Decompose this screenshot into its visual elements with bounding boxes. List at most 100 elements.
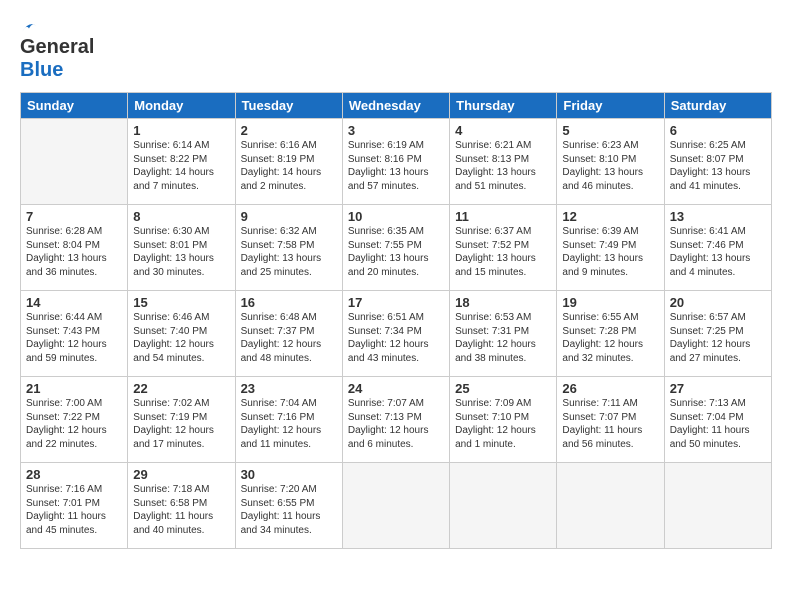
day-detail: Sunrise: 7:02 AM Sunset: 7:19 PM Dayligh… — [133, 397, 229, 451]
weekday-header-thursday: Thursday — [450, 93, 557, 119]
logo-text-general: General — [20, 36, 94, 59]
day-detail: Sunrise: 7:16 AM Sunset: 7:01 PM Dayligh… — [26, 483, 122, 537]
day-number: 21 — [26, 381, 122, 396]
calendar-cell: 7Sunrise: 6:28 AM Sunset: 8:04 PM Daylig… — [21, 205, 128, 291]
day-number: 19 — [562, 295, 658, 310]
day-detail: Sunrise: 6:53 AM Sunset: 7:31 PM Dayligh… — [455, 311, 551, 365]
calendar-cell: 5Sunrise: 6:23 AM Sunset: 8:10 PM Daylig… — [557, 119, 664, 205]
day-number: 10 — [348, 209, 444, 224]
weekday-header-saturday: Saturday — [664, 93, 771, 119]
calendar-cell: 28Sunrise: 7:16 AM Sunset: 7:01 PM Dayli… — [21, 463, 128, 549]
calendar-cell: 9Sunrise: 6:32 AM Sunset: 7:58 PM Daylig… — [235, 205, 342, 291]
day-number: 13 — [670, 209, 766, 224]
calendar-cell — [342, 463, 449, 549]
day-number: 17 — [348, 295, 444, 310]
day-detail: Sunrise: 6:32 AM Sunset: 7:58 PM Dayligh… — [241, 225, 337, 279]
calendar-cell: 12Sunrise: 6:39 AM Sunset: 7:49 PM Dayli… — [557, 205, 664, 291]
day-detail: Sunrise: 6:51 AM Sunset: 7:34 PM Dayligh… — [348, 311, 444, 365]
calendar-cell: 29Sunrise: 7:18 AM Sunset: 6:58 PM Dayli… — [128, 463, 235, 549]
logo: General Blue — [20, 18, 94, 82]
day-number: 22 — [133, 381, 229, 396]
weekday-header-friday: Friday — [557, 93, 664, 119]
day-number: 23 — [241, 381, 337, 396]
day-detail: Sunrise: 6:30 AM Sunset: 8:01 PM Dayligh… — [133, 225, 229, 279]
day-detail: Sunrise: 6:21 AM Sunset: 8:13 PM Dayligh… — [455, 139, 551, 193]
day-number: 11 — [455, 209, 551, 224]
day-detail: Sunrise: 7:09 AM Sunset: 7:10 PM Dayligh… — [455, 397, 551, 451]
calendar-cell: 2Sunrise: 6:16 AM Sunset: 8:19 PM Daylig… — [235, 119, 342, 205]
day-number: 12 — [562, 209, 658, 224]
day-detail: Sunrise: 6:39 AM Sunset: 7:49 PM Dayligh… — [562, 225, 658, 279]
calendar-cell: 14Sunrise: 6:44 AM Sunset: 7:43 PM Dayli… — [21, 291, 128, 377]
calendar-cell: 15Sunrise: 6:46 AM Sunset: 7:40 PM Dayli… — [128, 291, 235, 377]
calendar-cell: 25Sunrise: 7:09 AM Sunset: 7:10 PM Dayli… — [450, 377, 557, 463]
day-number: 28 — [26, 467, 122, 482]
day-detail: Sunrise: 6:48 AM Sunset: 7:37 PM Dayligh… — [241, 311, 337, 365]
calendar-cell: 11Sunrise: 6:37 AM Sunset: 7:52 PM Dayli… — [450, 205, 557, 291]
day-detail: Sunrise: 7:07 AM Sunset: 7:13 PM Dayligh… — [348, 397, 444, 451]
day-detail: Sunrise: 6:57 AM Sunset: 7:25 PM Dayligh… — [670, 311, 766, 365]
day-number: 16 — [241, 295, 337, 310]
calendar-cell: 18Sunrise: 6:53 AM Sunset: 7:31 PM Dayli… — [450, 291, 557, 377]
logo-text-blue: Blue — [20, 59, 63, 81]
calendar-cell — [21, 119, 128, 205]
day-number: 14 — [26, 295, 122, 310]
day-detail: Sunrise: 7:18 AM Sunset: 6:58 PM Dayligh… — [133, 483, 229, 537]
day-number: 18 — [455, 295, 551, 310]
logo-icon — [20, 18, 38, 36]
day-number: 2 — [241, 123, 337, 138]
day-number: 27 — [670, 381, 766, 396]
calendar-cell: 20Sunrise: 6:57 AM Sunset: 7:25 PM Dayli… — [664, 291, 771, 377]
weekday-header-tuesday: Tuesday — [235, 93, 342, 119]
day-number: 30 — [241, 467, 337, 482]
calendar-cell: 21Sunrise: 7:00 AM Sunset: 7:22 PM Dayli… — [21, 377, 128, 463]
day-number: 29 — [133, 467, 229, 482]
calendar-cell: 27Sunrise: 7:13 AM Sunset: 7:04 PM Dayli… — [664, 377, 771, 463]
day-number: 1 — [133, 123, 229, 138]
day-detail: Sunrise: 7:04 AM Sunset: 7:16 PM Dayligh… — [241, 397, 337, 451]
day-number: 4 — [455, 123, 551, 138]
calendar-cell — [664, 463, 771, 549]
weekday-header-sunday: Sunday — [21, 93, 128, 119]
calendar-cell: 23Sunrise: 7:04 AM Sunset: 7:16 PM Dayli… — [235, 377, 342, 463]
day-number: 25 — [455, 381, 551, 396]
weekday-header-wednesday: Wednesday — [342, 93, 449, 119]
calendar-table: SundayMondayTuesdayWednesdayThursdayFrid… — [20, 92, 772, 549]
day-number: 6 — [670, 123, 766, 138]
day-number: 15 — [133, 295, 229, 310]
calendar-cell: 4Sunrise: 6:21 AM Sunset: 8:13 PM Daylig… — [450, 119, 557, 205]
calendar-cell: 10Sunrise: 6:35 AM Sunset: 7:55 PM Dayli… — [342, 205, 449, 291]
calendar-cell: 6Sunrise: 6:25 AM Sunset: 8:07 PM Daylig… — [664, 119, 771, 205]
calendar-cell: 24Sunrise: 7:07 AM Sunset: 7:13 PM Dayli… — [342, 377, 449, 463]
day-detail: Sunrise: 6:16 AM Sunset: 8:19 PM Dayligh… — [241, 139, 337, 193]
day-detail: Sunrise: 6:14 AM Sunset: 8:22 PM Dayligh… — [133, 139, 229, 193]
calendar-cell — [450, 463, 557, 549]
day-detail: Sunrise: 6:19 AM Sunset: 8:16 PM Dayligh… — [348, 139, 444, 193]
calendar-cell: 30Sunrise: 7:20 AM Sunset: 6:55 PM Dayli… — [235, 463, 342, 549]
calendar-cell: 8Sunrise: 6:30 AM Sunset: 8:01 PM Daylig… — [128, 205, 235, 291]
day-number: 26 — [562, 381, 658, 396]
day-detail: Sunrise: 7:20 AM Sunset: 6:55 PM Dayligh… — [241, 483, 337, 537]
calendar-cell: 19Sunrise: 6:55 AM Sunset: 7:28 PM Dayli… — [557, 291, 664, 377]
day-number: 20 — [670, 295, 766, 310]
calendar-cell: 16Sunrise: 6:48 AM Sunset: 7:37 PM Dayli… — [235, 291, 342, 377]
calendar-cell: 3Sunrise: 6:19 AM Sunset: 8:16 PM Daylig… — [342, 119, 449, 205]
day-number: 7 — [26, 209, 122, 224]
day-detail: Sunrise: 6:46 AM Sunset: 7:40 PM Dayligh… — [133, 311, 229, 365]
day-detail: Sunrise: 6:44 AM Sunset: 7:43 PM Dayligh… — [26, 311, 122, 365]
day-number: 5 — [562, 123, 658, 138]
calendar-cell: 22Sunrise: 7:02 AM Sunset: 7:19 PM Dayli… — [128, 377, 235, 463]
day-number: 8 — [133, 209, 229, 224]
day-number: 9 — [241, 209, 337, 224]
calendar-cell: 13Sunrise: 6:41 AM Sunset: 7:46 PM Dayli… — [664, 205, 771, 291]
weekday-header-monday: Monday — [128, 93, 235, 119]
day-detail: Sunrise: 7:00 AM Sunset: 7:22 PM Dayligh… — [26, 397, 122, 451]
day-detail: Sunrise: 6:35 AM Sunset: 7:55 PM Dayligh… — [348, 225, 444, 279]
day-number: 24 — [348, 381, 444, 396]
calendar-cell: 17Sunrise: 6:51 AM Sunset: 7:34 PM Dayli… — [342, 291, 449, 377]
day-detail: Sunrise: 7:13 AM Sunset: 7:04 PM Dayligh… — [670, 397, 766, 451]
calendar-cell — [557, 463, 664, 549]
day-detail: Sunrise: 6:25 AM Sunset: 8:07 PM Dayligh… — [670, 139, 766, 193]
day-detail: Sunrise: 6:23 AM Sunset: 8:10 PM Dayligh… — [562, 139, 658, 193]
day-detail: Sunrise: 6:41 AM Sunset: 7:46 PM Dayligh… — [670, 225, 766, 279]
